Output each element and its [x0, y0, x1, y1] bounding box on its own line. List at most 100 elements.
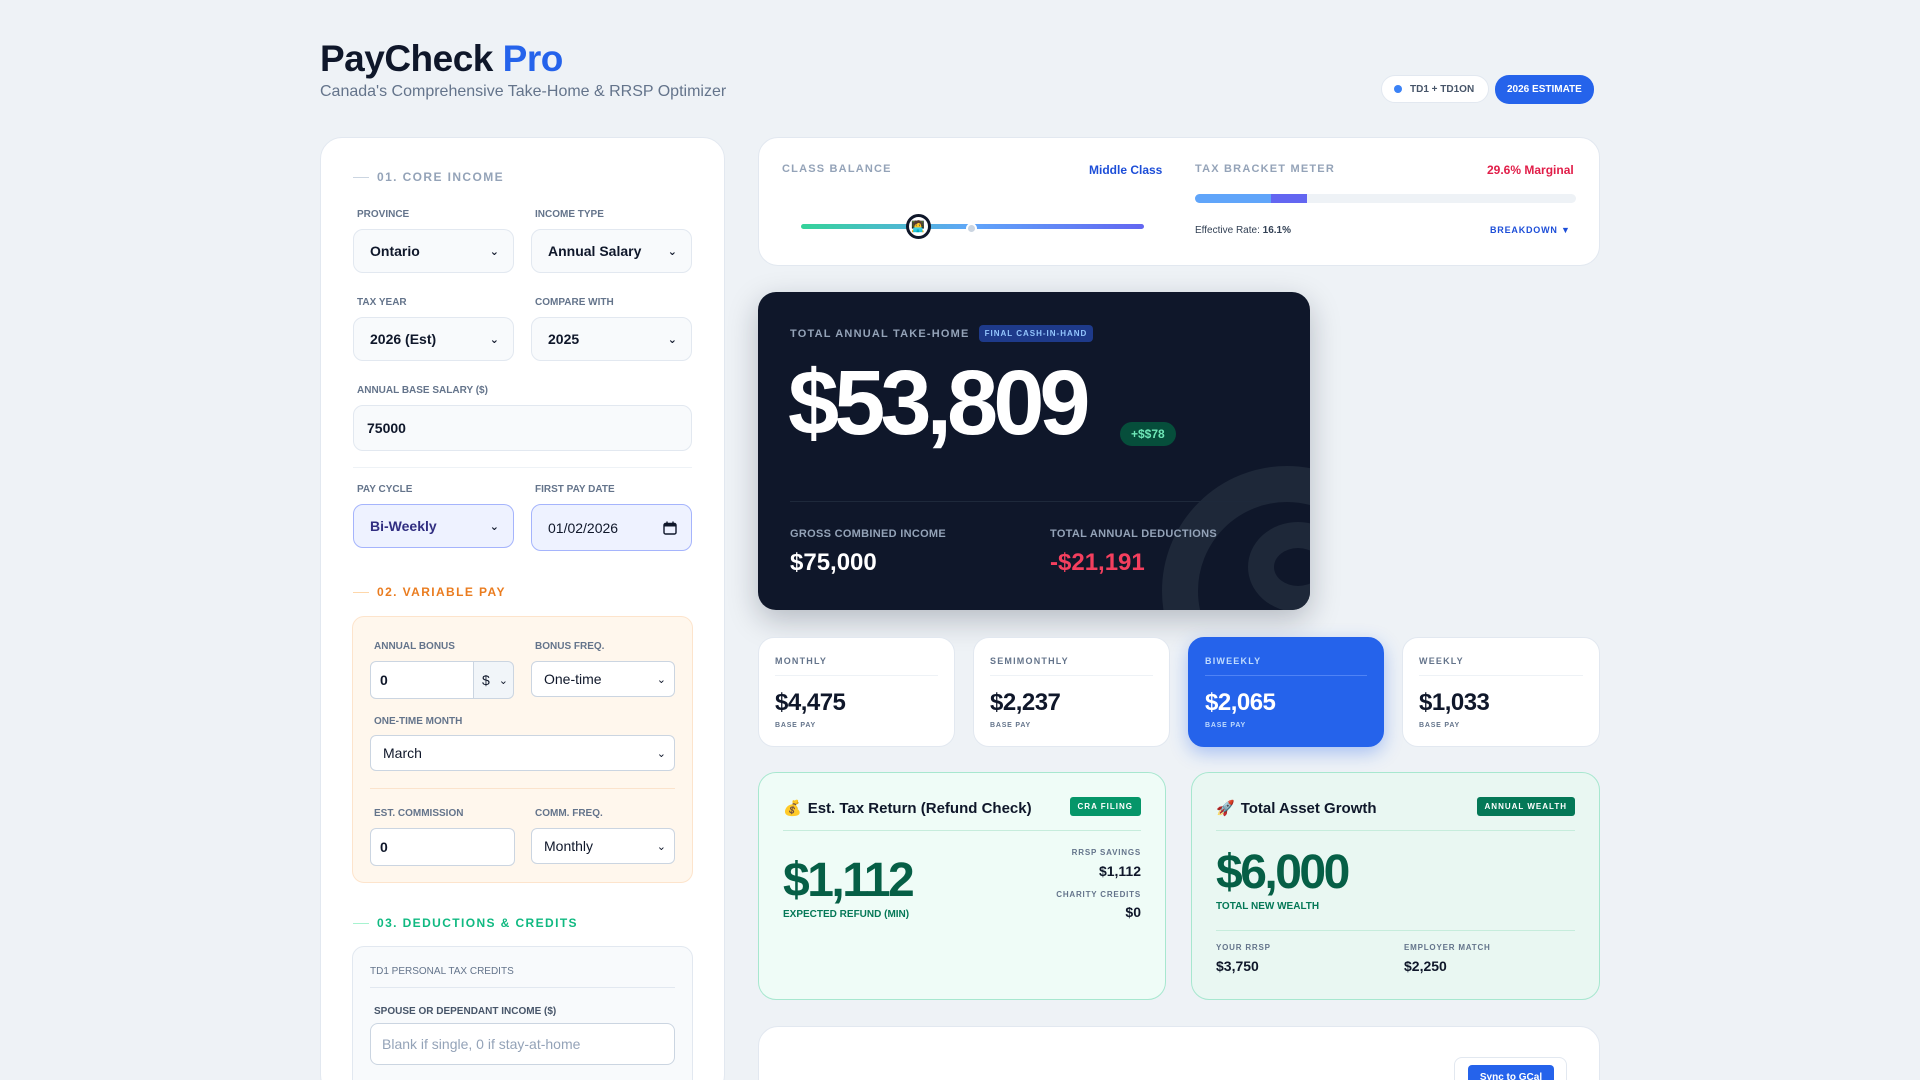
core-income-title: 01. CORE INCOME	[377, 170, 505, 184]
chevron-down-icon: ⌄	[489, 520, 499, 533]
freq-value: $2,237	[990, 689, 1061, 716]
freq-card-monthly[interactable]: MONTHLY $4,475 BASE PAY	[758, 637, 955, 747]
section-dash	[353, 591, 369, 593]
class-balance-value: Middle Class	[1089, 163, 1163, 177]
your-rrsp-value: $3,750	[1216, 958, 1259, 974]
bracket-fill-marginal	[1271, 194, 1308, 203]
bonus-unit-value: $	[482, 672, 490, 688]
month-label: ONE-TIME MONTH	[374, 716, 463, 727]
tax-bracket-bar	[1195, 194, 1576, 203]
freq-card-weekly[interactable]: WEEKLY $1,033 BASE PAY	[1402, 637, 1600, 747]
tax-year-value: 2026 (Est)	[370, 331, 437, 347]
first-pay-value: 01/02/2026	[548, 519, 619, 536]
asset-card-title: 🚀 Total Asset Growth	[1216, 799, 1377, 818]
your-rrsp-label: YOUR RRSP	[1216, 943, 1271, 952]
chevron-down-icon: ⌄	[667, 333, 677, 346]
takehome-amount: $53,809	[788, 352, 1091, 454]
province-select[interactable]: Ontario ⌄	[353, 229, 514, 273]
status-dot-icon	[1394, 85, 1402, 93]
refund-card: 💰 Est. Tax Return (Refund Check) CRA FILI…	[758, 772, 1166, 1000]
divider	[775, 675, 938, 676]
core-income-section-title: 01. CORE INCOME	[353, 170, 504, 184]
divider	[353, 467, 692, 468]
employer-match-value: $2,250	[1404, 958, 1447, 974]
calendar-icon[interactable]	[663, 521, 677, 535]
divider	[783, 830, 1141, 831]
bonus-freq-select[interactable]: One-time ⌄	[531, 661, 675, 697]
td-forms-label: TD1 + TD1ON	[1410, 83, 1475, 95]
income-type-label: INCOME TYPE	[535, 209, 604, 220]
tax-year-select[interactable]: 2026 (Est) ⌄	[353, 317, 514, 361]
divider	[1205, 675, 1367, 676]
cra-filing-badge: CRA FILING	[1069, 797, 1141, 816]
bonus-unit-select[interactable]: $ ⌄	[473, 661, 514, 699]
freq-label: BIWEEKLY	[1205, 656, 1262, 666]
salary-input[interactable]: 75000	[353, 405, 692, 451]
month-select[interactable]: March ⌄	[370, 735, 675, 771]
variable-pay-section-title: 02. VARIABLE PAY	[353, 585, 506, 599]
first-pay-label: FIRST PAY DATE	[535, 484, 615, 495]
freq-value: $2,065	[1205, 689, 1276, 716]
refund-amount-label: EXPECTED REFUND (MIN)	[783, 909, 910, 920]
section-dash	[353, 176, 369, 178]
final-cash-tag: FINAL CASH-IN-HAND	[978, 325, 1094, 342]
freq-card-biweekly[interactable]: BIWEEKLY $2,065 BASE PAY	[1188, 637, 1384, 747]
compare-label: COMPARE WITH	[535, 297, 614, 308]
asset-growth-card: 🚀 Total Asset Growth ANNUAL WEALTH $6,000…	[1191, 772, 1600, 1000]
commission-input[interactable]: 0	[370, 828, 515, 866]
gross-income-label: GROSS COMBINED INCOME	[790, 528, 947, 540]
comm-freq-select[interactable]: Monthly ⌄	[531, 828, 675, 864]
gross-income-value: $75,000	[790, 549, 877, 576]
divider	[370, 987, 675, 988]
annual-wealth-badge: ANNUAL WEALTH	[1476, 797, 1575, 816]
takehome-delta-badge: +$$78	[1120, 422, 1176, 446]
class-slider-thumb[interactable]: 🧑‍💻	[905, 214, 931, 239]
bonus-freq-label: BONUS FREQ.	[535, 641, 605, 652]
freq-card-semimonthly[interactable]: SEMIMONTHLY $2,237 BASE PAY	[973, 637, 1170, 747]
comm-freq-label: COMM. FREQ.	[535, 808, 603, 819]
money-bag-icon: 💰	[783, 800, 802, 817]
first-pay-date-input[interactable]: 01/02/2026	[531, 504, 692, 551]
app-title: PayCheck Pro	[320, 38, 563, 80]
effective-rate-label: Effective Rate:	[1195, 225, 1260, 236]
rocket-icon: 🚀	[1216, 800, 1235, 817]
freq-sub: BASE PAY	[775, 722, 817, 729]
freq-value: $1,033	[1419, 689, 1490, 716]
freq-label: MONTHLY	[775, 656, 828, 666]
sync-gcal-button[interactable]: Sync to GCal	[1468, 1065, 1554, 1080]
rrsp-savings-value: $1,112	[1098, 863, 1141, 879]
commission-label: EST. COMMISSION	[374, 808, 464, 819]
month-value: March	[383, 745, 422, 761]
class-balance-label: CLASS BALANCE	[782, 163, 892, 175]
input-panel	[320, 137, 725, 1080]
income-type-select[interactable]: Annual Salary ⌄	[531, 229, 692, 273]
app-title-accent: Pro	[502, 38, 564, 79]
breakdown-toggle[interactable]: BREAKDOWN ▼	[1490, 225, 1571, 235]
charity-credits-label: CHARITY CREDITS	[1056, 890, 1141, 899]
rrsp-savings-label: RRSP SAVINGS	[1071, 848, 1141, 857]
asset-amount-label: TOTAL NEW WEALTH	[1216, 901, 1320, 912]
bonus-input[interactable]: 0	[370, 661, 474, 699]
app-subtitle: Canada's Comprehensive Take-Home & RRSP …	[320, 83, 727, 100]
td-forms-pill: TD1 + TD1ON	[1381, 75, 1490, 103]
spouse-income-input[interactable]: Blank if single, 0 if stay-at-home	[370, 1023, 675, 1065]
spouse-income-label: SPOUSE OR DEPENDANT INCOME ($)	[374, 1006, 557, 1017]
salary-label: ANNUAL BASE SALARY ($)	[357, 385, 488, 396]
marginal-rate-value: 29.6% Marginal	[1487, 163, 1574, 177]
province-value: Ontario	[370, 243, 420, 259]
refund-title: Est. Tax Return (Refund Check)	[807, 799, 1032, 817]
divider	[990, 675, 1153, 676]
effective-rate: Effective Rate: 16.1%	[1195, 225, 1291, 236]
freq-sub: BASE PAY	[1205, 722, 1247, 729]
section-dash	[353, 922, 369, 924]
divider	[1419, 675, 1583, 676]
takehome-header: TOTAL ANNUAL TAKE-HOME FINAL CASH-IN-HAN…	[790, 325, 1094, 342]
compare-value: 2025	[548, 331, 580, 347]
variable-pay-title: 02. VARIABLE PAY	[377, 585, 506, 599]
pay-cycle-select[interactable]: Bi-Weekly ⌄	[353, 504, 514, 548]
estimate-badge[interactable]: 2026 ESTIMATE	[1495, 75, 1594, 104]
divider	[1216, 830, 1575, 831]
compare-select[interactable]: 2025 ⌄	[531, 317, 692, 361]
pay-cycle-label: PAY CYCLE	[357, 484, 413, 495]
deductions-title: 03. DEDUCTIONS & CREDITS	[377, 916, 578, 930]
